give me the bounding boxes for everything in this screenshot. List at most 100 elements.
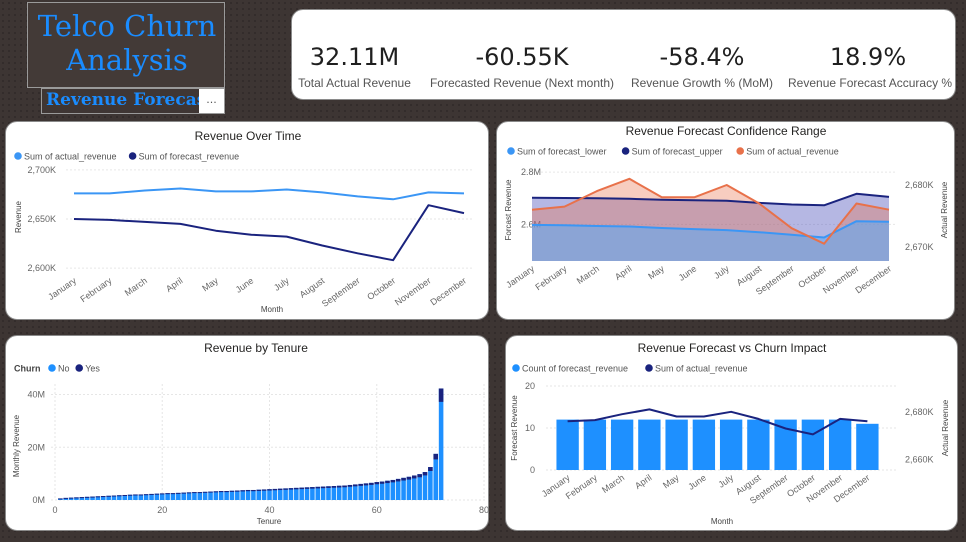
tenure-bar-churn-yes <box>320 486 326 489</box>
tenure-bar <box>390 479 396 500</box>
tenure-bar <box>192 492 197 500</box>
tenure-bar <box>202 491 208 500</box>
y-tick-label: 2,650K <box>27 214 56 224</box>
tenure-bar <box>267 489 272 500</box>
x-axis-title: Month <box>261 305 283 314</box>
chart-card-confidence-range[interactable]: Revenue Forecast Confidence Range Sum of … <box>496 121 955 320</box>
tenure-bar-churn-yes <box>90 496 95 498</box>
x-tick-label: 40 <box>264 505 274 515</box>
y-tick-label-left: 0 <box>530 465 535 475</box>
x-tick-label: May <box>200 275 220 293</box>
tenure-bar <box>256 489 262 500</box>
actual-revenue-line <box>74 187 465 201</box>
tenure-bar <box>240 490 245 500</box>
x-tick-label: November <box>393 275 433 307</box>
forecast-count-bar <box>856 423 879 470</box>
tenure-bar-churn-yes <box>165 493 170 495</box>
legend-title: Churn <box>14 364 41 374</box>
tenure-bar <box>401 477 406 500</box>
legend-label: Sum of actual_revenue <box>746 147 839 157</box>
forecast-vs-churn-chart: Revenue Forecast vs Churn Impact Count of… <box>510 341 950 526</box>
legend-label: Yes <box>85 364 100 374</box>
tenure-bar-churn-yes <box>379 481 385 484</box>
tenure-bar <box>181 492 186 500</box>
tenure-bar-churn-yes <box>374 482 380 485</box>
kpi-value: -60.55K <box>475 43 569 71</box>
kpi-forecasted-revenue: -60.55K Forecasted Revenue (Next month) <box>427 44 617 90</box>
x-tick-label: March <box>600 472 626 495</box>
tenure-bar-churn-yes <box>111 495 117 497</box>
tenure-bar-churn-yes <box>138 494 144 496</box>
tenure-bar <box>299 487 304 500</box>
tenure-bar <box>277 488 283 500</box>
more-options-button[interactable]: ... <box>199 89 224 113</box>
tenure-bar <box>342 485 347 500</box>
tenure-bar-churn-yes <box>315 486 321 489</box>
tenure-bar-churn-yes <box>358 483 363 486</box>
title-line-1: Telco Churn <box>37 9 217 43</box>
title-line-2: Analysis <box>66 43 188 77</box>
y-axis-title-left: Forcast Revenue <box>504 179 513 240</box>
tenure-bar <box>395 478 401 500</box>
tenure-bar <box>353 484 358 500</box>
tenure-bar-churn-yes <box>58 498 63 500</box>
tenure-bar-churn-yes <box>229 490 235 492</box>
chart-card-revenue-over-time[interactable]: Revenue Over Time Sum of actual_revenue Su… <box>5 121 489 320</box>
y-axis-title: Revenue <box>14 200 23 233</box>
x-tick-label: 0 <box>52 505 57 515</box>
kpi-label: Forecasted Revenue (Next month) <box>429 76 615 90</box>
tenure-bar-churn-yes <box>412 475 417 479</box>
tenure-bar <box>428 467 433 500</box>
y-tick-label-left: 20 <box>525 381 535 391</box>
tenure-bar-churn-yes <box>235 490 240 492</box>
tenure-bar-churn-yes <box>369 482 374 485</box>
legend-marker <box>507 147 515 155</box>
forecast-count-bar <box>583 419 607 470</box>
forecast-count-bar <box>610 419 634 470</box>
chart-card-forecast-vs-churn[interactable]: Revenue Forecast vs Churn Impact Count of… <box>505 335 958 531</box>
tenure-bar <box>336 485 342 500</box>
tenure-bar <box>369 482 374 500</box>
tenure-bar-churn-yes <box>363 483 369 486</box>
tenure-bar-churn-yes <box>390 479 396 483</box>
legend-label: Sum of forecast_upper <box>632 147 723 157</box>
x-tick-label: May <box>661 472 681 490</box>
y-axis-title: Monthly Revenue <box>12 414 21 477</box>
tenure-bar-churn-yes <box>176 492 181 494</box>
tenure-bar-churn-yes <box>218 491 224 493</box>
x-tick-label: June <box>234 275 256 294</box>
tenure-bar-churn-yes <box>240 490 245 492</box>
tenure-bar-churn-yes <box>122 494 127 496</box>
tenure-bar <box>213 491 219 500</box>
tenure-bar <box>331 486 337 500</box>
tenure-bar <box>176 492 181 500</box>
tenure-bar <box>251 489 256 500</box>
tenure-bar <box>186 492 192 500</box>
forecast-count-bar <box>774 419 797 470</box>
tenure-bar-churn-yes <box>192 492 197 494</box>
tenure-bar <box>433 453 439 500</box>
kpi-value: -58.4% <box>659 43 745 71</box>
forecast-count-bar <box>638 419 661 470</box>
page-subtitle: Revenue Forecast <box>46 90 215 110</box>
tenure-bar <box>385 480 390 500</box>
x-tick-label: April <box>613 263 633 282</box>
tenure-bar-churn-yes <box>299 487 304 490</box>
tenure-bar-churn-yes <box>79 497 85 499</box>
tenure-bar-churn-yes <box>117 495 122 497</box>
forecast-revenue-line <box>73 204 465 262</box>
x-tick-label: September <box>320 275 362 308</box>
tenure-bar <box>326 486 331 500</box>
tenure-bar-churn-yes <box>197 492 203 494</box>
x-tick-label: April <box>633 472 653 491</box>
tenure-bar-churn-yes <box>208 491 213 493</box>
tenure-bar <box>165 493 170 500</box>
x-tick-label: July <box>272 275 291 293</box>
x-tick-label: August <box>298 275 327 300</box>
x-tick-label: April <box>164 275 184 294</box>
y-tick-label-right: 2,670K <box>905 242 934 252</box>
tenure-bar-churn-yes <box>331 486 337 488</box>
chart-card-revenue-by-tenure[interactable]: Revenue by Tenure Churn No Yes 0M 20M 40M 0 20 40… <box>5 335 489 531</box>
chart-title: Revenue Over Time <box>195 129 302 143</box>
tenure-bar-churn-yes <box>272 488 278 491</box>
